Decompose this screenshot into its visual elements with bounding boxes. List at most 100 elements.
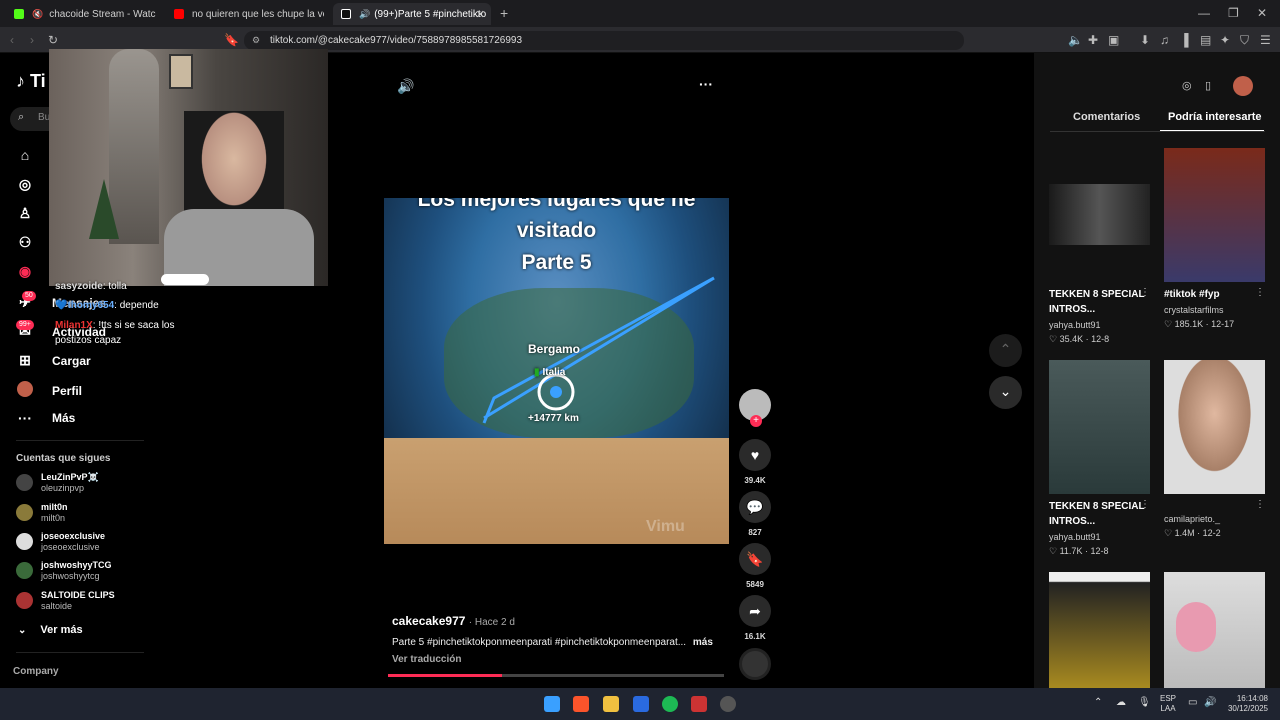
volume-icon[interactable]: 🔊 <box>397 78 414 95</box>
card-user[interactable]: yahya.butt91 <box>1049 320 1101 330</box>
card-user[interactable]: camilaprieto._ <box>1164 514 1220 524</box>
video-thumbnail[interactable] <box>1049 184 1150 245</box>
cloud-icon[interactable]: ☁ <box>1116 697 1126 708</box>
video-thumbnail[interactable] <box>1164 360 1265 494</box>
more-options-icon[interactable]: ⋮ <box>1255 499 1265 510</box>
nav-item-profile[interactable]: Perfil <box>16 381 82 400</box>
card-user[interactable]: crystalstarfilms <box>1164 305 1224 315</box>
tiktok-logo[interactable]: ♪ Ti <box>16 71 46 92</box>
card-title[interactable]: TEKKEN 8 SPECIAL INTROS... <box>1049 499 1145 529</box>
reload-icon[interactable]: ↻ <box>48 33 58 47</box>
tab-chacoide[interactable]: 🔇 chacoide Stream - Watch Live on <box>6 3 156 25</box>
like-button[interactable]: ♥ 39.4K <box>739 439 771 485</box>
save-button[interactable]: 🔖 5849 <box>739 543 771 589</box>
map-country: ▮ Italia <box>534 367 565 378</box>
vpn-icon[interactable]: ⛉ <box>1240 33 1249 47</box>
company-link[interactable]: Company <box>13 666 59 677</box>
volume-icon[interactable]: 🔊 <box>1204 697 1216 708</box>
wallet-icon[interactable]: ▤ <box>1200 33 1211 47</box>
prev-video-button[interactable]: ⌃ <box>989 334 1022 367</box>
tab-youtube[interactable]: no quieren que les chupe la verga? <box>166 3 324 25</box>
more-options-icon[interactable]: ⋮ <box>1140 287 1150 298</box>
redaction <box>161 274 209 285</box>
obs-icon[interactable] <box>691 696 707 712</box>
chevron-up-icon[interactable]: ⌃ <box>1094 697 1102 708</box>
audio-icon[interactable]: 🔈 <box>1068 33 1083 47</box>
maximize-icon[interactable]: ❐ <box>1228 6 1239 20</box>
video-overlay-title: Los mejores lugares que he <box>384 198 729 212</box>
video-thumbnail[interactable] <box>1164 148 1265 282</box>
spotify-icon[interactable] <box>662 696 678 712</box>
card-user[interactable]: yahya.butt91 <box>1049 532 1101 542</box>
author-avatar-button[interactable]: + <box>739 389 771 427</box>
video-player[interactable]: Los mejores lugares que he visitado Part… <box>384 198 729 544</box>
avatar <box>16 562 33 579</box>
author-name[interactable]: cakecake977 <box>392 614 465 628</box>
account-item[interactable]: joseoexclusive joseoexclusive <box>16 531 105 553</box>
clock[interactable]: 16:14:08 30/12/2025 <box>1224 694 1268 714</box>
bookmark-icon[interactable]: 🔖 <box>224 33 239 47</box>
profile-icon <box>16 381 34 400</box>
mic-icon[interactable]: 🎙 <box>1138 697 1151 708</box>
site-settings-icon[interactable]: ⚙ <box>252 31 260 50</box>
card-title[interactable]: #tiktok #fyp <box>1164 287 1260 302</box>
back-icon[interactable]: ‹ <box>10 33 14 47</box>
account-item[interactable]: milt0n milt0n <box>16 502 68 524</box>
account-name: joseoexclusive <box>41 531 106 541</box>
nav-item-upload[interactable]: ⊞ Cargar <box>16 352 91 369</box>
card-likes: 185.1K <box>1174 319 1204 329</box>
chat-message: Milan1X: !tts si se saca los postizos ca… <box>55 318 205 348</box>
phone-icon[interactable]: ▯ <box>1205 79 1211 92</box>
sidebar-icon[interactable]: ▐ <box>1180 33 1189 47</box>
new-tab-icon[interactable]: + <box>500 6 508 20</box>
language-indicator[interactable]: ESP LAA <box>1160 694 1176 714</box>
tab-comments[interactable]: Comentarios <box>1073 111 1140 123</box>
account-item[interactable]: SALTOIDE CLIPS saltoide <box>16 590 115 612</box>
more-options-icon[interactable]: ⋮ <box>1255 287 1265 298</box>
url-bar[interactable]: ⚙ tiktok.com/@cakecake977/video/75889789… <box>244 31 964 50</box>
video-author-row: cakecake977 · Hace 2 d <box>392 614 515 628</box>
see-more-button[interactable]: ⌄ Ver más <box>18 624 83 636</box>
account-user: joshwoshyytcg <box>41 571 100 581</box>
forward-icon[interactable]: › <box>30 33 34 47</box>
steam-icon[interactable] <box>720 696 736 712</box>
minimize-icon[interactable]: — <box>1198 6 1210 20</box>
translate-link[interactable]: Ver traducción <box>392 654 461 665</box>
music-disc-button[interactable] <box>739 648 771 680</box>
windows-start-icon[interactable] <box>544 696 560 712</box>
account-item[interactable]: LeuZinPvP☠️ oleuzinpvp <box>16 472 99 494</box>
user-avatar[interactable] <box>1233 76 1253 96</box>
next-video-button[interactable]: ⌄ <box>989 376 1022 409</box>
tab-might-like[interactable]: Podría interesarte <box>1168 111 1262 123</box>
caption-more-link[interactable]: más <box>693 637 713 648</box>
leo-icon[interactable]: ✦ <box>1220 33 1230 47</box>
progress-track[interactable] <box>388 674 724 677</box>
compass-icon[interactable]: ◎ <box>1182 79 1192 92</box>
close-window-icon[interactable]: ✕ <box>1257 6 1267 20</box>
extensions-icon[interactable]: ✚ <box>1088 33 1098 47</box>
music-icon[interactable]: ♫ <box>1160 33 1169 47</box>
file-explorer-icon[interactable] <box>603 696 619 712</box>
bing-icon[interactable] <box>633 696 649 712</box>
wall-picture <box>169 54 193 89</box>
menu-icon[interactable]: ☰ <box>1260 33 1271 47</box>
card-likes: 1.4M <box>1174 528 1195 538</box>
account-item[interactable]: joshwoshyyTCG joshwoshyytcg <box>16 560 112 582</box>
tab-tiktok[interactable]: 🔊 (99+)Parte 5 #pinchetiktokpo ✕ <box>333 3 491 25</box>
card-title[interactable]: TEKKEN 8 SPECIAL INTROS... <box>1049 287 1145 317</box>
download-icon[interactable]: ⬇ <box>1140 33 1150 47</box>
share-button[interactable]: ➦ 16.1K <box>739 595 771 641</box>
more-options-icon[interactable]: ··· <box>699 76 713 92</box>
more-options-icon[interactable]: ⋮ <box>1140 499 1150 510</box>
nav-item-more[interactable]: ··· Más <box>16 410 75 426</box>
video-thumbnail[interactable] <box>1164 572 1265 688</box>
title-line: Parte 5 <box>521 251 592 274</box>
close-icon[interactable]: ✕ <box>476 8 485 21</box>
follow-plus-icon[interactable]: + <box>750 415 762 427</box>
comment-button[interactable]: 💬 827 <box>739 491 771 537</box>
brave-icon[interactable] <box>573 696 589 712</box>
media-icon[interactable]: ▣ <box>1108 33 1119 47</box>
video-thumbnail[interactable] <box>1049 572 1150 688</box>
video-thumbnail[interactable] <box>1049 360 1150 494</box>
network-icon[interactable]: ▭ <box>1188 697 1197 708</box>
